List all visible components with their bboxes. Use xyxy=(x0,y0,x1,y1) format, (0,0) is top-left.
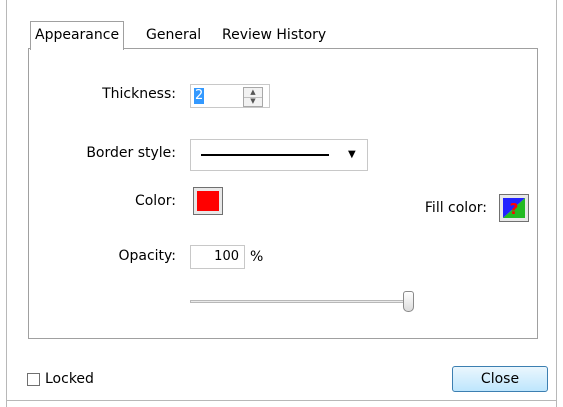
spin-down-icon[interactable]: ▼ xyxy=(244,97,262,106)
opacity-slider-thumb[interactable] xyxy=(403,291,414,312)
thickness-spin-buttons: ▲ ▼ xyxy=(243,87,263,107)
tab-review-history[interactable]: Review History xyxy=(218,22,330,48)
dialog-right-border xyxy=(556,0,557,407)
border-style-label: Border style: xyxy=(86,145,176,161)
no-fill-icon: ? xyxy=(503,198,525,218)
close-button[interactable]: Close xyxy=(452,366,548,392)
locked-checkbox[interactable] xyxy=(27,373,40,386)
tab-appearance[interactable]: Appearance xyxy=(30,21,125,50)
opacity-label: Opacity: xyxy=(118,248,176,264)
fill-color-picker-button[interactable]: ? xyxy=(499,194,529,222)
annotation-properties-dialog: Appearance General Review History Thickn… xyxy=(0,0,563,407)
thickness-value[interactable]: 2 xyxy=(194,88,205,104)
svg-text:?: ? xyxy=(510,200,519,218)
opacity-slider-track[interactable] xyxy=(190,300,410,303)
color-swatch xyxy=(197,191,219,211)
thickness-label: Thickness: xyxy=(102,86,176,102)
tab-general[interactable]: General xyxy=(142,22,205,48)
solid-line-icon xyxy=(201,154,329,156)
border-style-dropdown[interactable]: ▼ xyxy=(190,139,368,171)
dialog-left-border xyxy=(6,0,7,407)
thickness-spinner[interactable]: 2 ▲ ▼ xyxy=(190,84,270,108)
dropdown-arrow-icon[interactable]: ▼ xyxy=(348,149,356,160)
fill-color-label: Fill color: xyxy=(424,200,487,216)
opacity-unit: % xyxy=(250,249,264,265)
locked-label: Locked xyxy=(45,371,94,387)
dialog-bottom-border xyxy=(6,400,557,401)
color-picker-button[interactable] xyxy=(193,187,223,215)
color-label: Color: xyxy=(134,193,176,209)
opacity-input[interactable]: 100 xyxy=(190,245,245,269)
